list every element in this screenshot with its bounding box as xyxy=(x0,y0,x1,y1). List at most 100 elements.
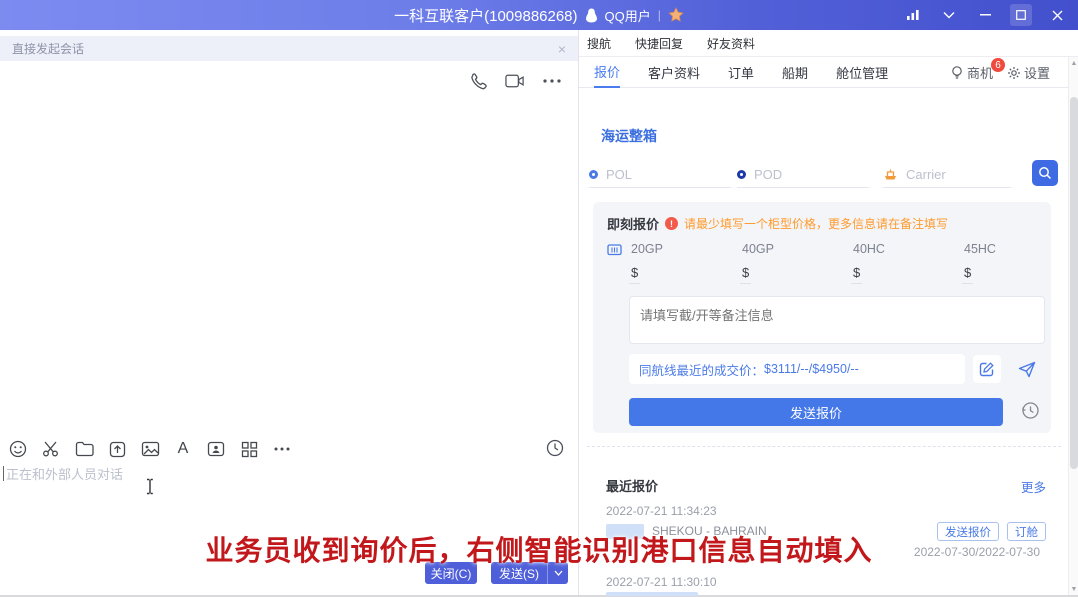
tab-quick-reply[interactable]: 快捷回复 xyxy=(635,35,683,52)
settings-label: 设置 xyxy=(1024,63,1050,82)
quote-card-header: 即刻报价 ! 请最少填写一个柜型价格，更多信息请在备注填写 xyxy=(607,214,948,233)
opportunity-label: 商机 xyxy=(967,63,993,82)
nav-tab-orders[interactable]: 订单 xyxy=(728,57,754,88)
message-history-icon[interactable] xyxy=(546,439,564,457)
row-booking-button[interactable]: 订舱 xyxy=(1007,522,1046,541)
carrier-input[interactable]: Carrier xyxy=(883,162,1011,188)
qq-penguin-icon xyxy=(585,8,598,23)
signal-bars-icon[interactable] xyxy=(902,4,924,26)
deal-price-value: $3111/--/$4950/-- xyxy=(764,362,859,376)
video-call-icon[interactable] xyxy=(505,71,525,91)
port-search-row: POL POD Carrier xyxy=(579,162,1078,192)
message-toolbar: A xyxy=(8,439,292,459)
carrier-ship-icon xyxy=(883,168,898,181)
section-divider xyxy=(587,446,1061,447)
edit-quote-icon[interactable] xyxy=(973,355,1001,383)
instant-quote-card: 即刻报价 ! 请最少填写一个柜型价格，更多信息请在备注填写 20GP 40GP … xyxy=(593,202,1051,433)
lightbulb-icon xyxy=(950,65,964,80)
price-input-45hc[interactable]: $ xyxy=(962,262,973,284)
panel-scrollbar[interactable]: ▲ ▼ xyxy=(1068,57,1078,595)
vip-star-icon xyxy=(668,7,684,23)
quote-row-time: 2022-07-21 11:34:23 xyxy=(606,504,717,518)
nav-tab-schedule[interactable]: 船期 xyxy=(782,57,808,88)
send-options-dropdown[interactable] xyxy=(547,562,568,584)
maximize-button[interactable] xyxy=(1010,4,1032,26)
send-file-icon[interactable] xyxy=(107,439,127,459)
quote-route-text: SHEKOU - BAHRAIN xyxy=(652,524,767,538)
price-input-20gp[interactable]: $ xyxy=(629,262,640,284)
qq-user-label: QQ用户 xyxy=(605,6,651,25)
instant-quote-title: 即刻报价 xyxy=(607,214,659,233)
nav-right-group: 商机 6 设置 xyxy=(950,57,1050,88)
contact-card-icon[interactable] xyxy=(206,439,226,459)
font-style-icon[interactable]: A xyxy=(173,439,193,459)
recent-deal-price-bar: 同航线最近的成交价： $3111/--/$4950/-- xyxy=(629,354,965,384)
session-tab[interactable]: 直接发起会话 × xyxy=(0,36,578,61)
screenshot-scissors-icon[interactable] xyxy=(41,439,61,459)
quote-history-icon[interactable] xyxy=(1021,401,1040,420)
title-bar: 一科互联客户(1009886268) QQ用户 | xyxy=(0,0,1078,30)
scrollbar-thumb[interactable] xyxy=(1070,97,1078,469)
voice-call-icon[interactable] xyxy=(468,71,488,91)
quote-row: SHEKOU - BAHRAIN 发送报价 订舱 xyxy=(606,522,1046,542)
more-actions-icon[interactable] xyxy=(542,71,562,91)
session-close-icon[interactable]: × xyxy=(558,41,566,57)
minimize-button[interactable] xyxy=(974,4,996,26)
section-title-fcl: 海运整箱 xyxy=(601,126,657,146)
more-link[interactable]: 更多 xyxy=(1021,477,1046,496)
close-dialog-button[interactable]: 关闭(C) xyxy=(425,562,477,584)
type-label-20gp: 20GP xyxy=(631,242,742,256)
window-title-group: 一科互联客户(1009886268) QQ用户 | xyxy=(394,5,684,26)
scroll-up-icon[interactable]: ▲ xyxy=(1069,57,1078,69)
settings-item[interactable]: 设置 xyxy=(1007,63,1050,82)
scroll-down-icon[interactable]: ▼ xyxy=(1069,583,1078,595)
close-button[interactable] xyxy=(1046,4,1068,26)
text-caret xyxy=(3,466,4,481)
recent-quotes-title: 最近报价 xyxy=(606,476,658,495)
nav-tab-customer-info[interactable]: 客户资料 xyxy=(648,57,700,88)
nav-tab-space-management[interactable]: 舱位管理 xyxy=(836,57,888,88)
send-deal-price-icon[interactable] xyxy=(1013,355,1041,383)
emoji-icon[interactable] xyxy=(8,439,28,459)
price-inputs-row: $ $ $ $ xyxy=(629,264,1073,282)
price-input-40gp[interactable]: $ xyxy=(740,262,751,284)
warning-icon: ! xyxy=(665,217,678,230)
tab-search-shipping[interactable]: 搜航 xyxy=(587,35,611,52)
search-button[interactable] xyxy=(1032,160,1058,186)
nav-tab-quote[interactable]: 报价 xyxy=(594,57,620,88)
call-toolbar xyxy=(468,71,562,91)
apps-grid-icon[interactable] xyxy=(239,439,259,459)
container-types-row: 20GP 40GP 40HC 45HC xyxy=(607,242,1075,256)
send-message-button[interactable]: 发送(S) xyxy=(491,562,547,584)
side-panel: 搜航 快捷回复 好友资料 报价 客户资料 订单 船期 舱位管理 商机 6 设置 xyxy=(579,30,1078,595)
quote-route-badge-partial xyxy=(606,592,698,596)
gear-icon xyxy=(1007,66,1021,80)
type-label-40hc: 40HC xyxy=(853,242,964,256)
send-quote-button[interactable]: 发送报价 xyxy=(629,398,1003,426)
opportunity-badge: 6 xyxy=(991,58,1005,72)
pol-input[interactable]: POL xyxy=(589,162,731,188)
opportunity-item[interactable]: 商机 6 xyxy=(950,63,993,82)
quote-validity: 2022-07-30/2022-07-30 xyxy=(914,545,1040,559)
more-tools-icon[interactable] xyxy=(272,439,292,459)
row-send-quote-button[interactable]: 发送报价 xyxy=(937,522,999,541)
title-divider: | xyxy=(658,8,661,22)
pod-ring-icon xyxy=(737,170,746,179)
deal-price-label: 同航线最近的成交价： xyxy=(639,360,764,379)
image-icon[interactable] xyxy=(140,439,160,459)
container-icon xyxy=(607,243,622,256)
remark-textarea[interactable] xyxy=(629,296,1045,344)
type-label-45hc: 45HC xyxy=(964,242,1075,256)
chevron-down-icon[interactable] xyxy=(938,4,960,26)
pod-input[interactable]: POD xyxy=(737,162,869,188)
pol-placeholder: POL xyxy=(606,167,632,182)
session-tab-label: 直接发起会话 xyxy=(12,40,84,57)
message-input[interactable]: 正在和外部人员对话 xyxy=(3,464,123,483)
price-input-40hc[interactable]: $ xyxy=(851,262,862,284)
dialog-footer: 关闭(C) 发送(S) xyxy=(425,562,568,584)
file-folder-icon[interactable] xyxy=(74,439,94,459)
panel-nav: 报价 客户资料 订单 船期 舱位管理 商机 6 设置 xyxy=(579,57,1078,88)
tab-friend-info[interactable]: 好友资料 xyxy=(707,35,755,52)
quote-row-actions: 发送报价 订舱 xyxy=(937,522,1046,541)
panel-top-tabs: 搜航 快捷回复 好友资料 xyxy=(579,30,1078,57)
